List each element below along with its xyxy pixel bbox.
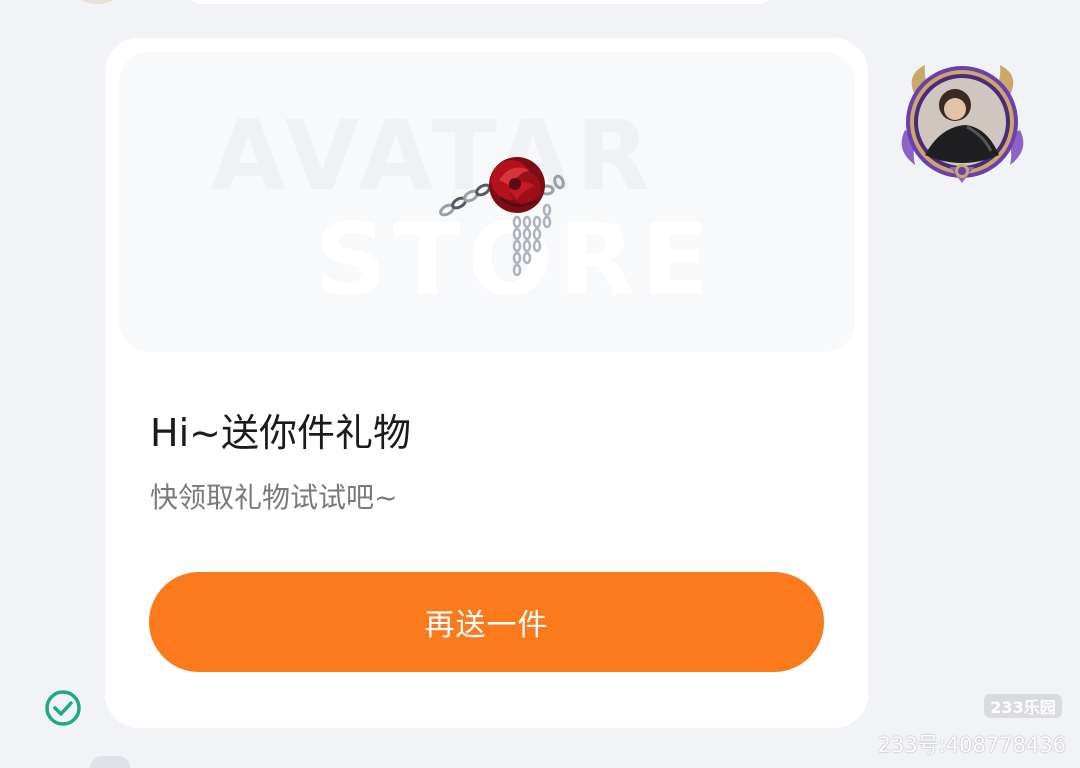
rose-chain-ornament-icon <box>439 157 565 277</box>
store-watermark-line1: AVATAR <box>211 100 656 212</box>
brand-watermark: 233乐园 <box>984 694 1062 718</box>
send-another-button-label: 再送一件 <box>424 608 549 643</box>
gift-title: Hi~送你件礼物 <box>150 411 411 455</box>
user-avatar-frame-icon[interactable] <box>895 55 1030 190</box>
check-circle-icon <box>45 690 81 726</box>
gift-subtitle: 快领取礼物试试吧~ <box>150 481 398 514</box>
gift-message-card[interactable]: AVATAR STORE Hi~送你件礼物 快领取礼物试试吧~ 再送一件 <box>105 38 868 728</box>
previous-message-bubble-partial <box>185 0 775 4</box>
gift-preview-panel[interactable]: AVATAR STORE <box>119 52 855 352</box>
previous-avatar-partial <box>62 0 132 4</box>
send-another-button[interactable]: 再送一件 <box>149 572 824 672</box>
account-id-watermark: 233号:408778436 <box>877 733 1066 757</box>
next-avatar-partial <box>90 756 130 768</box>
